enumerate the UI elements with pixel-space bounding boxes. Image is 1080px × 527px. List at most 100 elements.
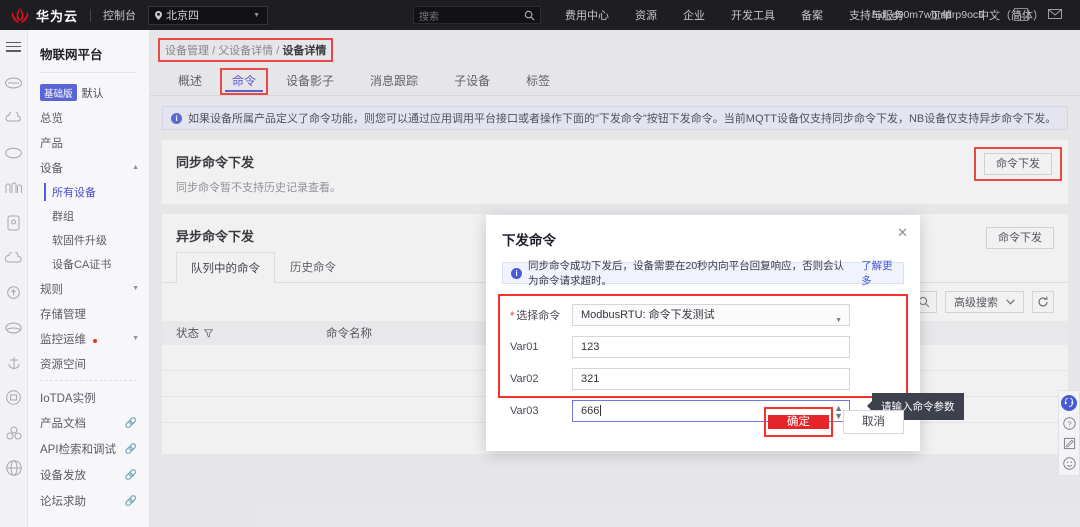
console-link[interactable]: 控制台 — [103, 7, 136, 23]
sidebar-link-product-docs[interactable]: 产品文档 🔗 — [28, 410, 149, 436]
sidebar-link-api-explorer[interactable]: API检索和调试 🔗 — [28, 436, 149, 462]
field-label-var01: Var01 — [500, 341, 572, 353]
main-content: 设备管理 / 父设备详情 / 设备详情 概述 命令 设备影子 消息跟踪 子设备 … — [150, 30, 1080, 527]
sidebar-item-label: 总览 — [40, 110, 63, 126]
left-icon-rail — [0, 30, 28, 527]
sidebar-item-label: 设备发放 — [40, 467, 86, 483]
rail-cloud-icon-3[interactable] — [5, 144, 22, 161]
sidebar-item-devices[interactable]: 设备 ▲ — [28, 155, 149, 180]
rail-globe-icon[interactable] — [5, 459, 22, 476]
sidebar-link-device-provisioning[interactable]: 设备发放 🔗 — [28, 462, 149, 488]
sidebar-item-rules[interactable]: 规则 ▼ — [28, 276, 149, 301]
floating-dock: ? — [1058, 390, 1080, 476]
var02-input[interactable]: 321 — [572, 368, 850, 390]
dialog-title: 下发命令 — [486, 215, 920, 249]
field-label-text: 选择命令 — [516, 310, 560, 322]
rail-cloud-icon-5[interactable] — [5, 319, 22, 336]
rail-storage-icon[interactable] — [5, 389, 22, 406]
text-cursor — [600, 405, 601, 416]
sidebar-instance-row[interactable]: 基础版 默认 — [28, 80, 149, 105]
chevron-down-icon: ▼ — [253, 12, 260, 19]
external-link-icon: 🔗 — [125, 444, 137, 455]
sidebar-item-groups[interactable]: 群组 — [28, 204, 149, 228]
var03-value: 666 — [581, 405, 599, 417]
sidebar-title: 物联网平台 — [28, 38, 149, 72]
var02-value: 321 — [581, 373, 599, 385]
nav-item-enterprise[interactable]: 企业 — [670, 7, 718, 23]
sidebar-item-label-wrap: 监控运维 — [40, 331, 97, 347]
field-label-var02: Var02 — [500, 373, 572, 385]
external-link-icon: 🔗 — [125, 496, 137, 507]
field-row-select-command: *选择命令 ModbusRTU: 命令下发测试 ▼ — [500, 302, 906, 328]
field-label-var03: Var03 — [500, 405, 572, 417]
brand-logo[interactable]: 华为云 — [0, 6, 78, 25]
sidebar-item-monitoring[interactable]: 监控运维 ▼ — [28, 326, 149, 351]
edition-badge: 基础版 — [40, 84, 77, 101]
rail-cloud-icon-2[interactable] — [5, 109, 22, 126]
top-header: 华为云 控制台 北京四 ▼ 搜索 费用中心 资源 企业 开发工具 备案 支持与服… — [0, 0, 1080, 30]
external-link-icon: 🔗 — [125, 418, 137, 429]
sidebar-item-products[interactable]: 产品 — [28, 130, 149, 155]
header-divider — [90, 9, 91, 22]
confirm-button[interactable]: 确定 — [768, 415, 829, 429]
cloud-shell-icon[interactable] — [1014, 8, 1028, 21]
chevron-up-icon: ▲ — [132, 164, 139, 171]
cancel-button[interactable]: 取消 — [843, 410, 904, 434]
global-search-placeholder: 搜索 — [419, 8, 439, 23]
user-account-label[interactable]: hid_g90m7wbmdrp9oc5 — [872, 0, 984, 30]
sidebar-item-label: 产品文档 — [40, 415, 86, 431]
nav-item-resources[interactable]: 资源 — [622, 7, 670, 23]
field-row-var01: Var01 123 — [500, 334, 906, 360]
select-command-dropdown[interactable]: ModbusRTU: 命令下发测试 ▼ — [572, 304, 850, 326]
sidebar-item-device-ca-cert[interactable]: 设备CA证书 — [28, 252, 149, 276]
sidebar-item-label: 监控运维 — [40, 334, 86, 346]
rail-cloud-icon-4[interactable] — [5, 249, 22, 266]
search-icon[interactable] — [524, 10, 535, 21]
sidebar-item-label: 产品 — [40, 135, 63, 151]
sidebar-item-firmware-upgrade[interactable]: 软固件升级 — [28, 228, 149, 252]
field-label-select-command: *选择命令 — [500, 307, 572, 323]
message-envelope-icon[interactable] — [1048, 8, 1062, 21]
rail-anchor-icon[interactable] — [5, 354, 22, 371]
external-link-icon: 🔗 — [125, 470, 137, 481]
sidebar-item-resource-space[interactable]: 资源空间 — [28, 351, 149, 376]
rail-device-icon[interactable] — [5, 214, 22, 231]
region-label: 北京四 — [166, 7, 199, 23]
instance-name: 默认 — [82, 85, 104, 101]
chevron-down-icon: ▼ — [132, 335, 139, 342]
global-search-box[interactable]: 搜索 — [413, 6, 541, 24]
sidebar-divider — [40, 72, 137, 73]
nav-item-icp[interactable]: 备案 — [788, 7, 836, 23]
menu-toggle-icon[interactable] — [6, 39, 21, 54]
rail-network-icon[interactable] — [5, 424, 22, 441]
sidebar-item-label: API检索和调试 — [40, 441, 116, 457]
sidebar-item-iotda-instance[interactable]: IoTDA实例 — [28, 385, 149, 410]
sidebar-item-label: IoTDA实例 — [40, 390, 96, 406]
help-icon[interactable]: ? — [1061, 415, 1077, 431]
rail-cloud-icon-1[interactable] — [5, 74, 22, 91]
required-asterisk: * — [510, 310, 514, 322]
close-icon[interactable]: ✕ — [897, 225, 908, 241]
sidebar-item-label: 所有设备 — [52, 184, 96, 200]
learn-more-link[interactable]: 了解更多 — [861, 258, 895, 288]
service-icon[interactable] — [1061, 395, 1077, 411]
nav-item-devtools[interactable]: 开发工具 — [718, 7, 788, 23]
smiley-icon[interactable] — [1061, 455, 1077, 471]
send-command-dialog: 下发命令 ✕ i 同步命令成功下发后，设备需要在20秒内向平台回复响应，否则会认… — [486, 215, 920, 451]
huawei-logo-icon — [10, 7, 30, 24]
nav-item-billing[interactable]: 费用中心 — [552, 7, 622, 23]
brand-name: 华为云 — [36, 6, 78, 25]
header-divider-2 — [996, 9, 997, 21]
rail-cloud-upload-icon[interactable] — [5, 284, 22, 301]
field-row-var02: Var02 321 — [500, 366, 906, 392]
var01-input[interactable]: 123 — [572, 336, 850, 358]
sidebar-item-label: 规则 — [40, 281, 63, 297]
sidebar-item-all-devices[interactable]: 所有设备 — [28, 180, 149, 204]
rail-analytics-icon[interactable] — [5, 179, 22, 196]
sidebar-item-storage[interactable]: 存储管理 — [28, 301, 149, 326]
sidebar-dashed-divider — [40, 380, 137, 381]
sidebar-link-forum-help[interactable]: 论坛求助 🔗 — [28, 488, 149, 514]
region-selector[interactable]: 北京四 ▼ — [148, 6, 268, 25]
feedback-icon[interactable] — [1061, 435, 1077, 451]
sidebar-item-overview[interactable]: 总览 — [28, 105, 149, 130]
